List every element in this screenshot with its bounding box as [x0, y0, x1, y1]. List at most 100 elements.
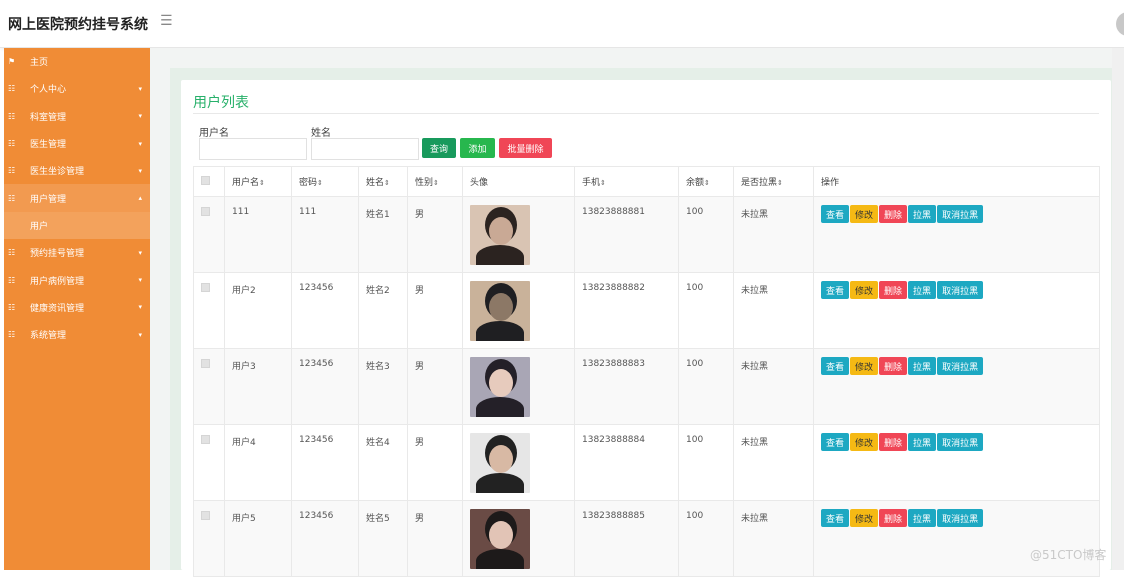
page-title: 用户列表 [193, 95, 249, 111]
unblacklist-button[interactable]: 取消拉黑 [937, 433, 984, 451]
row-checkbox[interactable] [201, 435, 210, 444]
sort-icon[interactable]: ⇕ [600, 179, 606, 187]
avatar-cell [462, 272, 575, 349]
view-button[interactable]: 查看 [821, 281, 850, 299]
user-avatar-image [470, 357, 530, 417]
view-button[interactable]: 查看 [821, 205, 850, 223]
row-checkbox[interactable] [201, 511, 210, 520]
cell-gender: 男 [407, 424, 463, 501]
column-header: 操作 [813, 166, 1100, 197]
sidebar-item[interactable]: ☷ 用户管理 ▴ [4, 184, 150, 212]
username-label: 用户名 [199, 128, 229, 139]
delete-button[interactable]: 删除 [879, 509, 908, 527]
sort-icon[interactable]: ⇕ [259, 179, 265, 187]
view-button[interactable]: 查看 [821, 357, 850, 375]
row-checkbox[interactable] [201, 283, 210, 292]
edit-button[interactable]: 修改 [850, 357, 879, 375]
cell-name: 姓名3 [358, 348, 408, 425]
cell-gender: 男 [407, 196, 463, 273]
sidebar-item[interactable]: ☷ 系统管理 ▾ [4, 321, 150, 348]
cell-balance: 100 [678, 424, 734, 501]
sidebar-item[interactable]: ☷ 医生管理 ▾ [4, 130, 150, 157]
scrollbar[interactable] [1112, 48, 1124, 570]
name-label: 姓名 [311, 128, 331, 139]
sidebar-item[interactable]: ☷ 医生坐诊管理 ▾ [4, 157, 150, 184]
sidebar-item[interactable]: ☷ 科室管理 ▾ [4, 103, 150, 130]
sort-icon[interactable]: ⇕ [777, 179, 783, 187]
cell-username: 用户4 [224, 424, 292, 501]
table-row: 111 111 姓名1 男 13823888881 100 未拉黑 查看 修改 删除 拉黑 取消拉黑 [193, 196, 1100, 273]
sort-icon[interactable]: ⇕ [704, 179, 710, 187]
avatar-body-shape [476, 321, 524, 341]
column-header[interactable]: 手机⇕ [574, 166, 679, 197]
delete-button[interactable]: 删除 [879, 281, 908, 299]
sidebar-item[interactable]: ☷ 个人中心 ▾ [4, 75, 150, 102]
grid-icon: ☷ [8, 302, 16, 312]
query-button[interactable]: 查询 [422, 138, 456, 158]
sidebar-item-label: 用户病例管理 [30, 276, 85, 287]
top-header: 网上医院预约挂号系统 ☰ [0, 0, 1124, 48]
blacklist-button[interactable]: 拉黑 [908, 509, 937, 527]
title-divider [193, 113, 1099, 114]
unblacklist-button[interactable]: 取消拉黑 [937, 281, 984, 299]
avatar[interactable] [1116, 12, 1124, 36]
blacklist-button[interactable]: 拉黑 [908, 433, 937, 451]
cell-password: 123456 [291, 424, 359, 501]
hamburger-icon[interactable]: ☰ [160, 13, 173, 29]
select-all-cell [193, 166, 225, 197]
view-button[interactable]: 查看 [821, 509, 850, 527]
unblacklist-button[interactable]: 取消拉黑 [937, 357, 984, 375]
delete-button[interactable]: 删除 [879, 205, 908, 223]
batch-delete-button[interactable]: 批量删除 [499, 138, 552, 158]
column-header[interactable]: 用户名⇕ [224, 166, 292, 197]
sort-icon[interactable]: ⇕ [384, 179, 390, 187]
unblacklist-button[interactable]: 取消拉黑 [937, 205, 984, 223]
column-header[interactable]: 密码⇕ [291, 166, 359, 197]
view-button[interactable]: 查看 [821, 433, 850, 451]
sort-icon[interactable]: ⇕ [433, 179, 439, 187]
sidebar-item[interactable]: ☷ 用户病例管理 ▾ [4, 266, 150, 293]
row-checkbox[interactable] [201, 359, 210, 368]
cell-blacklisted: 未拉黑 [733, 272, 814, 349]
avatar-head-shape [489, 445, 513, 473]
blacklist-button[interactable]: 拉黑 [908, 281, 937, 299]
user-avatar-image [470, 281, 530, 341]
unblacklist-button[interactable]: 取消拉黑 [937, 509, 984, 527]
edit-button[interactable]: 修改 [850, 433, 879, 451]
delete-button[interactable]: 删除 [879, 357, 908, 375]
edit-button[interactable]: 修改 [850, 281, 879, 299]
column-header[interactable]: 余额⇕ [678, 166, 734, 197]
column-header[interactable]: 姓名⇕ [358, 166, 408, 197]
edit-button[interactable]: 修改 [850, 205, 879, 223]
column-header[interactable]: 性别⇕ [407, 166, 463, 197]
avatar-head-shape [489, 293, 513, 321]
delete-button[interactable]: 删除 [879, 433, 908, 451]
column-header-label: 姓名 [366, 178, 385, 188]
table-row: 用户2 123456 姓名2 男 13823888882 100 未拉黑 查看 修改 删除 拉黑 取消… [193, 272, 1100, 349]
edit-button[interactable]: 修改 [850, 509, 879, 527]
sidebar-item[interactable]: ☷ 预约挂号管理 ▾ [4, 239, 150, 266]
cell-name: 姓名4 [358, 424, 408, 501]
username-search-input[interactable] [199, 138, 307, 160]
grid-icon: ☷ [8, 248, 16, 258]
avatar-body-shape [476, 397, 524, 417]
column-header[interactable]: 是否拉黑⇕ [733, 166, 814, 197]
row-checkbox[interactable] [201, 207, 210, 216]
user-avatar-image [470, 433, 530, 493]
cell-balance: 100 [678, 196, 734, 273]
blacklist-button[interactable]: 拉黑 [908, 357, 937, 375]
add-button[interactable]: 添加 [460, 138, 495, 158]
grid-icon: ☷ [8, 330, 16, 340]
avatar-body-shape [476, 549, 524, 569]
sidebar-item[interactable]: ⚑ 主页 [4, 48, 150, 75]
name-search-input[interactable] [311, 138, 419, 160]
sidebar-item[interactable]: 用户 [4, 211, 150, 240]
sort-icon[interactable]: ⇕ [317, 179, 323, 187]
select-all-checkbox[interactable] [201, 175, 210, 185]
column-header-label: 手机 [582, 178, 601, 188]
actions-cell: 查看 修改 删除 拉黑 取消拉黑 [813, 424, 1100, 501]
blacklist-button[interactable]: 拉黑 [908, 205, 937, 223]
grid-icon: ☷ [8, 193, 16, 203]
sidebar-item[interactable]: ☷ 健康资讯管理 ▾ [4, 294, 150, 321]
column-header-label: 密码 [299, 178, 318, 188]
